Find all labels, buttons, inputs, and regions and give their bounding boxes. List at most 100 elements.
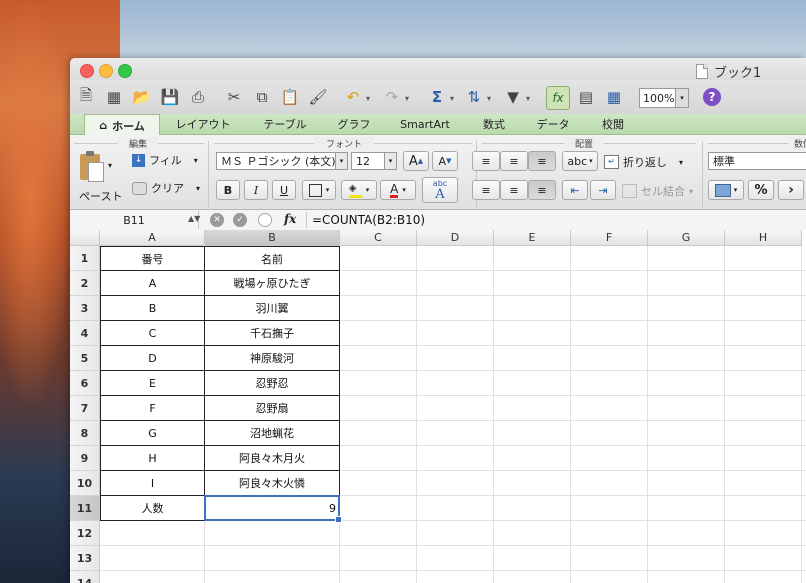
row-header[interactable]: 13 xyxy=(70,546,100,571)
fill-dropdown-icon[interactable]: ▾ xyxy=(194,156,198,165)
formula-input[interactable]: =COUNTA(B2:B10) xyxy=(312,213,425,227)
name-cell[interactable]: 阿良々木火憐 xyxy=(205,471,340,496)
column-header[interactable]: F xyxy=(571,230,648,246)
close-button[interactable] xyxy=(80,64,94,78)
column-header[interactable]: C xyxy=(340,230,417,246)
sort-dropdown-icon[interactable]: ▾ xyxy=(487,94,491,103)
paste-dropdown-icon[interactable]: ▾ xyxy=(108,161,112,170)
insert-function-icon[interactable]: fx xyxy=(284,212,296,226)
format-painter-icon[interactable]: 🖌 xyxy=(307,86,329,108)
align-right-button[interactable]: ≡ xyxy=(528,180,556,200)
worksheet[interactable]: ABCDEFGH 1 2 3 4 5 6 7 8 9 10 11 12 13 14 番号 名前 A 戦場ヶ原ひた… xyxy=(70,230,806,583)
zoom-select[interactable]: 100% ▾ xyxy=(639,88,689,108)
id-cell[interactable]: I xyxy=(100,471,205,496)
column-header[interactable]: H xyxy=(725,230,802,246)
cut-icon[interactable]: ✂ xyxy=(223,86,245,108)
font-color-button[interactable]: A ▾ xyxy=(380,180,416,200)
row-header[interactable]: 3 xyxy=(70,296,100,321)
wrap-text-button[interactable]: ↵ 折り返し ▾ xyxy=(604,154,683,170)
row-header[interactable]: 8 xyxy=(70,421,100,446)
row-header[interactable]: 2 xyxy=(70,271,100,296)
copy-icon[interactable]: ⧉ xyxy=(251,86,273,108)
id-cell[interactable]: G xyxy=(100,421,205,446)
tab-review[interactable]: 校閲 xyxy=(586,114,640,134)
fill-color-button[interactable]: ◈ ▾ xyxy=(341,180,377,200)
tab-table[interactable]: テーブル xyxy=(250,114,320,134)
row-header[interactable]: 9 xyxy=(70,446,100,471)
orientation-button[interactable]: abc ▾ xyxy=(562,151,598,171)
tab-home[interactable]: ⌂ ホーム xyxy=(84,114,160,136)
column-header[interactable]: D xyxy=(417,230,494,246)
sort-icon[interactable]: ⇅ xyxy=(463,86,485,108)
name-cell[interactable]: 神原駿河 xyxy=(205,346,340,371)
percent-button[interactable]: % xyxy=(748,180,774,200)
tab-layout[interactable]: レイアウト xyxy=(166,114,240,134)
redo-dropdown-icon[interactable]: ▾ xyxy=(405,94,409,103)
media-browser-icon[interactable]: ▦ xyxy=(603,86,625,108)
undo-icon[interactable]: ↶ xyxy=(342,86,364,108)
id-cell[interactable]: F xyxy=(100,396,205,421)
fill-button[interactable]: ↓ フィル ▾ xyxy=(132,152,198,168)
name-box[interactable]: B11 xyxy=(70,211,199,229)
font-size-dropdown-icon[interactable]: ▾ xyxy=(384,153,396,169)
select-all-corner[interactable] xyxy=(70,230,100,246)
align-center-button[interactable]: ≡ xyxy=(500,180,528,200)
name-cell[interactable]: 沼地蝋花 xyxy=(205,421,340,446)
tab-chart[interactable]: グラフ xyxy=(326,114,382,134)
borders-button[interactable]: ▾ xyxy=(302,180,336,200)
column-header[interactable]: E xyxy=(494,230,571,246)
name-box-stepper-icon[interactable]: ▲▼ xyxy=(188,214,200,223)
wrap-dropdown-icon[interactable]: ▾ xyxy=(679,158,683,167)
id-cell[interactable]: 人数 xyxy=(100,496,205,521)
font-size-select[interactable]: 12 ▾ xyxy=(351,152,397,170)
id-cell[interactable]: E xyxy=(100,371,205,396)
minimize-button[interactable] xyxy=(99,64,113,78)
align-left-button[interactable]: ≡ xyxy=(472,180,500,200)
formula-builder-icon[interactable]: fx xyxy=(546,86,570,110)
header-cell[interactable]: 名前 xyxy=(205,246,340,271)
id-cell[interactable]: A xyxy=(100,271,205,296)
shrink-font-button[interactable]: A ▼ xyxy=(432,151,458,171)
column-header[interactable]: G xyxy=(648,230,725,246)
increase-indent-button[interactable]: ⇥ xyxy=(590,180,616,200)
grow-font-button[interactable]: A ▲ xyxy=(403,151,429,171)
id-cell[interactable]: D xyxy=(100,346,205,371)
underline-button[interactable]: U xyxy=(272,180,296,200)
currency-button[interactable]: ▾ xyxy=(708,180,744,200)
row-header[interactable]: 5 xyxy=(70,346,100,371)
row-header[interactable]: 11 xyxy=(70,496,100,521)
print-icon[interactable]: ⎙ xyxy=(187,86,209,108)
show-hide-icon[interactable]: ▤ xyxy=(575,86,597,108)
align-top-button[interactable]: ≡ xyxy=(472,151,500,171)
number-format-select[interactable]: 標準 xyxy=(708,152,806,170)
name-cell[interactable]: 忍野忍 xyxy=(205,371,340,396)
filter-icon[interactable]: ▼ xyxy=(502,86,524,108)
id-cell[interactable]: B xyxy=(100,296,205,321)
undo-dropdown-icon[interactable]: ▾ xyxy=(366,94,370,103)
italic-button[interactable]: I xyxy=(244,180,268,200)
cancel-formula-icon[interactable]: ✕ xyxy=(210,213,224,227)
name-cell[interactable]: 千石撫子 xyxy=(205,321,340,346)
tab-smartart[interactable]: SmartArt xyxy=(388,114,462,134)
id-cell[interactable]: C xyxy=(100,321,205,346)
new-document-icon[interactable]: 🗎 xyxy=(75,86,97,108)
clear-button[interactable]: クリア ▾ xyxy=(132,180,200,196)
row-header[interactable]: 14 xyxy=(70,571,100,583)
clear-dropdown-icon[interactable]: ▾ xyxy=(196,184,200,193)
header-cell[interactable]: 番号 xyxy=(100,246,205,271)
redo-icon[interactable]: ↷ xyxy=(381,86,403,108)
name-cell[interactable]: 羽川翼 xyxy=(205,296,340,321)
fill-handle[interactable] xyxy=(335,516,342,523)
tab-data[interactable]: データ xyxy=(526,114,580,134)
column-header[interactable]: A xyxy=(100,230,205,246)
row-header[interactable]: 7 xyxy=(70,396,100,421)
paste-button[interactable] xyxy=(78,150,104,182)
text-effects-button[interactable]: abc A xyxy=(422,177,458,203)
row-header[interactable]: 10 xyxy=(70,471,100,496)
confirm-formula-icon[interactable]: ✓ xyxy=(233,213,247,227)
gallery-icon[interactable]: ▦ xyxy=(103,86,125,108)
align-bottom-button[interactable]: ≡ xyxy=(528,151,556,171)
name-cell[interactable]: 戦場ヶ原ひたぎ xyxy=(205,271,340,296)
merge-cells-button[interactable]: セル結合 ▾ xyxy=(622,183,693,199)
save-icon[interactable]: 💾 xyxy=(159,86,181,108)
